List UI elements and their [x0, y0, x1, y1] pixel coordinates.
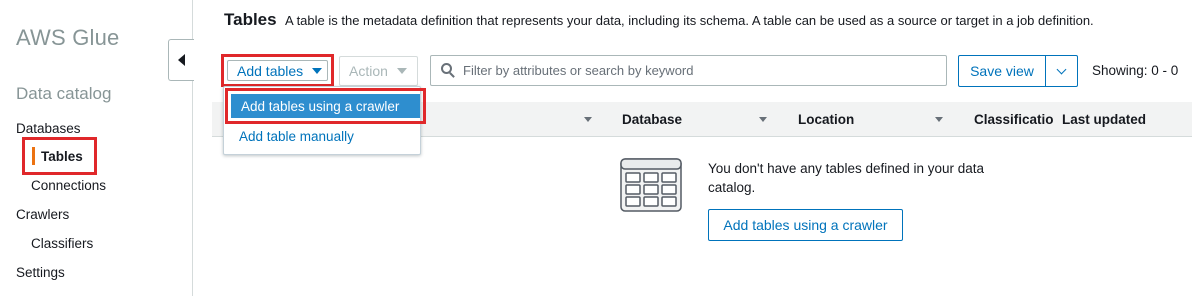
add-tables-highlight: Add tables — [221, 54, 334, 87]
sort-database-icon[interactable] — [759, 117, 767, 122]
action-button[interactable]: Action — [339, 56, 418, 86]
page-title: Tables — [224, 10, 277, 29]
section-title-data-catalog: Data catalog — [16, 84, 112, 103]
caret-down-icon — [312, 67, 323, 74]
save-view-group: Save view — [958, 55, 1078, 87]
sort-name-icon[interactable] — [584, 117, 592, 122]
menu-item-highlight: Add tables using a crawler — [225, 88, 426, 124]
caret-down-icon — [396, 68, 407, 74]
save-view-button[interactable]: Save view — [959, 56, 1046, 86]
column-header-database[interactable]: Database — [622, 112, 682, 127]
search-icon — [441, 63, 456, 78]
menu-item-add-tables-crawler[interactable]: Add tables using a crawler — [231, 94, 420, 118]
sidebar-collapse-button[interactable] — [168, 39, 194, 81]
column-header-last-updated[interactable]: Last updated — [1062, 112, 1146, 127]
empty-state-message: You don't have any tables defined in you… — [708, 161, 985, 195]
add-tables-label: Add tables — [237, 62, 304, 79]
sidebar: AWS Glue Data catalog Databases Tables C… — [0, 0, 193, 296]
sidebar-item-label: Tables — [41, 148, 83, 164]
add-tables-button[interactable]: Add tables — [227, 60, 328, 81]
menu-item-add-table-manually[interactable]: Add table manually — [239, 129, 354, 144]
table-grid-icon — [620, 158, 682, 212]
chevron-down-icon — [1056, 64, 1067, 74]
sidebar-item-tables[interactable]: Tables — [22, 137, 97, 175]
showing-count: Showing: 0 - 0 — [1092, 63, 1179, 78]
add-tables-menu: Add tables using a crawler Add table man… — [223, 86, 426, 155]
column-header-location[interactable]: Location — [798, 112, 854, 127]
triangle-left-icon — [178, 54, 185, 66]
active-indicator — [32, 147, 35, 165]
add-tables-crawler-button[interactable]: Add tables using a crawler — [708, 209, 903, 241]
page-description: A table is the metadata definition that … — [285, 13, 1094, 28]
column-header-classification[interactable]: Classificatio — [974, 112, 1062, 127]
save-view-dropdown-button[interactable] — [1046, 56, 1077, 86]
sidebar-item-connections[interactable]: Connections — [31, 178, 106, 193]
search-box — [430, 55, 947, 86]
action-label: Action — [349, 63, 388, 79]
sidebar-item-crawlers[interactable]: Crawlers — [16, 207, 69, 222]
page: AWS Glue Data catalog Databases Tables C… — [0, 0, 1192, 296]
sidebar-item-databases[interactable]: Databases — [16, 121, 81, 136]
app-title: AWS Glue — [16, 25, 120, 50]
sidebar-item-classifiers[interactable]: Classifiers — [31, 236, 93, 251]
search-input[interactable] — [463, 63, 933, 78]
sidebar-item-settings[interactable]: Settings — [16, 265, 65, 280]
sort-location-icon[interactable] — [935, 117, 943, 122]
